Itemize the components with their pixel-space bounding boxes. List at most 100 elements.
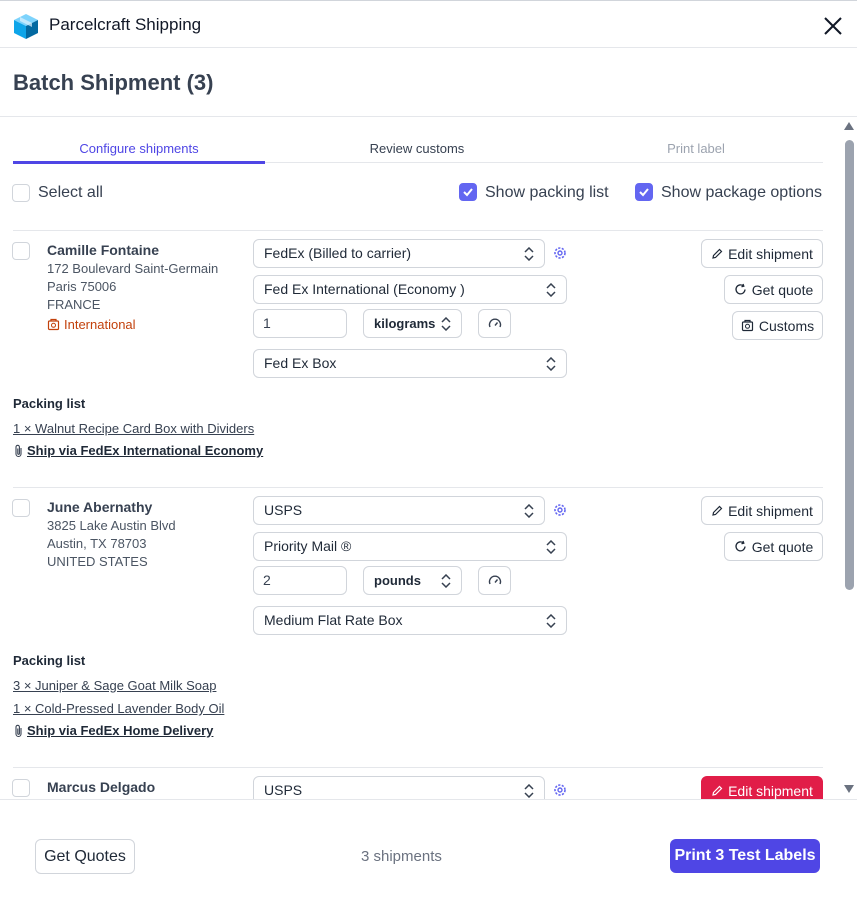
page-header: Batch Shipment (3): [0, 48, 857, 117]
ship-via-link[interactable]: Ship via FedEx International Economy: [13, 443, 263, 458]
refresh-icon: [735, 540, 746, 552]
tab-configure-shipments[interactable]: Configure shipments: [13, 140, 265, 164]
ship-via-label: Ship via FedEx Home Delivery: [27, 723, 214, 738]
chevron-updown-icon: [441, 317, 451, 331]
carrier-value: USPS: [264, 502, 303, 518]
carrier-value: USPS: [264, 782, 303, 798]
tab-bar: Configure shipments Review customs Print…: [13, 140, 823, 164]
packing-list-item[interactable]: 3 × Juniper & Sage Goat Milk Soap: [13, 678, 216, 693]
ship-via-link[interactable]: Ship via FedEx Home Delivery: [13, 723, 213, 738]
weight-unit-select[interactable]: kilograms: [363, 309, 462, 338]
shipment-count: 3 shipments: [361, 848, 442, 865]
ship-via-label: Ship via FedEx International Economy: [27, 443, 264, 458]
international-badge: International: [47, 317, 136, 332]
address-country: FRANCE: [47, 297, 101, 312]
scale-button[interactable]: [478, 309, 511, 338]
shipment-checkbox[interactable]: [12, 499, 30, 517]
gauge-icon: [488, 318, 502, 328]
address-line: 3825 Lake Austin Blvd: [47, 518, 176, 533]
get-quote-button[interactable]: Get quote: [724, 532, 823, 561]
show-package-options-checkbox[interactable]: [635, 183, 653, 201]
weight-unit-select[interactable]: pounds: [363, 566, 462, 595]
scale-button[interactable]: [478, 566, 511, 595]
package-value: Fed Ex Box: [264, 355, 337, 371]
box-icon: [14, 14, 38, 39]
carrier-select[interactable]: USPS: [253, 776, 545, 799]
weight-unit-value: kilograms: [374, 316, 436, 331]
divider: [13, 487, 823, 488]
scroll-up-arrow-icon[interactable]: [844, 122, 854, 130]
recipient-name: June Abernathy: [47, 499, 153, 515]
footer-bar: Get Quotes 3 shipments Print 3 Test Labe…: [0, 800, 857, 905]
customs-button[interactable]: Customs: [732, 311, 823, 340]
weight-input[interactable]: 2: [253, 566, 347, 595]
close-icon[interactable]: [820, 13, 846, 39]
edit-shipment-button[interactable]: Edit shipment: [701, 496, 823, 525]
service-value: Priority Mail ®: [264, 538, 352, 554]
check-icon: [639, 188, 649, 197]
select-all-checkbox[interactable]: [12, 184, 30, 202]
gear-icon[interactable]: [552, 782, 568, 798]
title-bar: Parcelcraft Shipping: [0, 0, 857, 48]
edit-shipment-button[interactable]: Edit shipment: [701, 239, 823, 268]
shipment-list-panel: Configure shipments Review customs Print…: [0, 118, 857, 800]
edit-shipment-label: Edit shipment: [728, 245, 813, 262]
chevron-updown-icon: [524, 504, 534, 518]
shipment-checkbox[interactable]: [12, 242, 30, 260]
packing-list-item[interactable]: 1 × Cold-Pressed Lavender Body Oil: [13, 701, 224, 716]
pencil-icon: [712, 785, 723, 796]
tab-print-label: Print label: [667, 141, 725, 156]
select-all-label: Select all: [38, 184, 103, 201]
paperclip-icon: [15, 444, 22, 457]
carrier-select[interactable]: USPS: [253, 496, 545, 525]
chevron-updown-icon: [441, 574, 451, 588]
print-labels-button[interactable]: Print 3 Test Labels: [670, 839, 820, 873]
international-label: International: [64, 317, 136, 332]
divider: [13, 767, 823, 768]
get-quote-button[interactable]: Get quote: [724, 275, 823, 304]
service-select[interactable]: Priority Mail ®: [253, 532, 567, 561]
address-line: 172 Boulevard Saint-Germain: [47, 261, 219, 276]
paperclip-icon: [15, 724, 22, 737]
tab-review-customs[interactable]: Review customs: [291, 140, 543, 163]
recipient-name: Marcus Delgado: [47, 779, 156, 795]
carrier-value: FedEx (Billed to carrier): [264, 245, 412, 261]
weight-unit-value: pounds: [374, 573, 421, 588]
scrollbar-thumb[interactable]: [845, 140, 854, 590]
packing-list-item[interactable]: 1 × Walnut Recipe Card Box with Dividers: [13, 421, 254, 436]
package-select[interactable]: Medium Flat Rate Box: [253, 606, 567, 635]
packing-list-title: Packing list: [13, 396, 86, 411]
refresh-icon: [735, 283, 746, 295]
get-quote-label: Get quote: [751, 538, 814, 555]
gear-icon[interactable]: [552, 245, 568, 261]
scroll-down-arrow-icon[interactable]: [844, 785, 854, 793]
recipient-name: Camille Fontaine: [47, 242, 160, 258]
chevron-updown-icon: [524, 247, 534, 261]
get-quote-label: Get quote: [751, 281, 814, 298]
package-value: Medium Flat Rate Box: [264, 612, 403, 628]
chevron-updown-icon: [524, 784, 534, 798]
edit-shipment-button[interactable]: Edit shipment: [701, 776, 823, 799]
weight-input[interactable]: 1: [253, 309, 347, 338]
edit-shipment-label: Edit shipment: [728, 782, 813, 799]
address-country: UNITED STATES: [47, 554, 148, 569]
page-title: Batch Shipment (3): [13, 70, 214, 95]
show-package-options-label: Show package options: [661, 184, 822, 201]
get-quotes-button[interactable]: Get Quotes: [35, 839, 135, 874]
address-line: Paris 75006: [47, 279, 117, 294]
chevron-updown-icon: [546, 357, 556, 371]
chevron-updown-icon: [546, 283, 556, 297]
carrier-select[interactable]: FedEx (Billed to carrier): [253, 239, 545, 268]
check-icon: [463, 188, 473, 197]
show-packing-list-checkbox[interactable]: [459, 183, 477, 201]
customs-icon: [741, 319, 753, 332]
chevron-updown-icon: [546, 540, 556, 554]
gear-icon[interactable]: [552, 502, 568, 518]
packing-list-title: Packing list: [13, 653, 86, 668]
service-select[interactable]: Fed Ex International (Economy ): [253, 275, 567, 304]
divider: [13, 230, 823, 231]
address-line: Austin, TX 78703: [47, 536, 147, 551]
pencil-icon: [712, 505, 723, 516]
shipment-checkbox[interactable]: [12, 779, 30, 797]
package-select[interactable]: Fed Ex Box: [253, 349, 567, 378]
